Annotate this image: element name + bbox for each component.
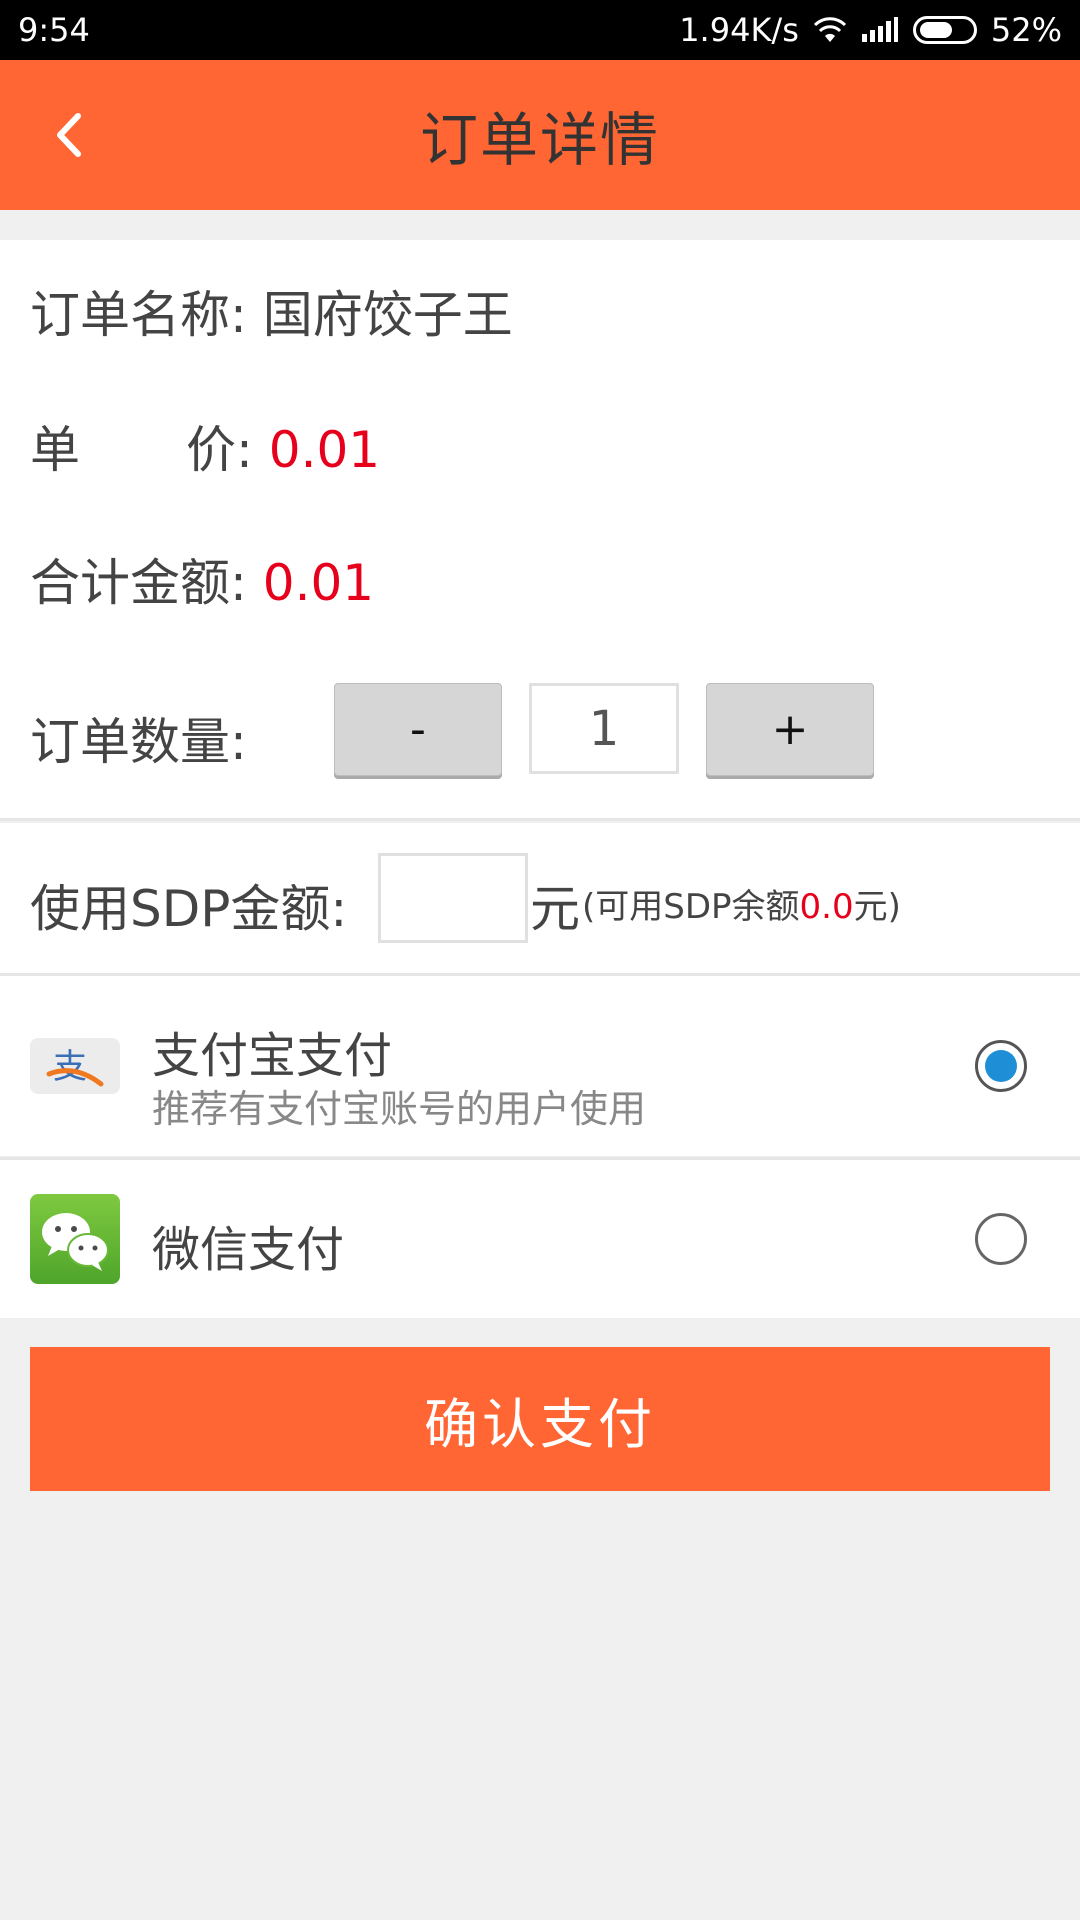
- sdp-unit: 元: [530, 880, 580, 938]
- payment-option-wechat[interactable]: 微信支付: [0, 1160, 1080, 1318]
- page-title: 订单详情: [419, 106, 660, 174]
- total-row: 合计金额: 0.01: [30, 543, 374, 615]
- payment-name: 微信支付: [152, 1222, 345, 1278]
- total-label: 合计金额:: [30, 554, 247, 612]
- sdp-balance-value: 0.0: [799, 887, 854, 927]
- wechat-icon: [30, 1194, 120, 1284]
- unit-price-label-1: 单: [30, 421, 80, 479]
- title-bar: 订单详情: [0, 60, 1080, 210]
- payment-name: 支付宝支付: [152, 1028, 393, 1084]
- sdp-note-prefix: (可用SDP余额: [582, 887, 800, 927]
- order-name-value: 国府饺子王: [262, 286, 513, 344]
- unit-price-label-2: 价:: [186, 421, 253, 479]
- wechat-radio[interactable]: [975, 1213, 1027, 1265]
- wifi-icon: [813, 17, 846, 42]
- order-name-row: 订单名称: 国府饺子王: [30, 275, 513, 347]
- sdp-label: 使用SDP金额:: [30, 880, 348, 938]
- confirm-pay-button[interactable]: 确认支付: [30, 1347, 1050, 1491]
- payment-description: 推荐有支付宝账号的用户使用: [152, 1087, 647, 1131]
- status-right: 1.94K/s 52%: [679, 11, 1062, 49]
- battery-icon: [912, 16, 977, 44]
- alipay-radio[interactable]: [975, 1040, 1027, 1092]
- sdp-amount-input[interactable]: [378, 853, 528, 943]
- status-bar: 9:54 1.94K/s 52%: [0, 0, 1080, 60]
- decrement-button[interactable]: -: [334, 683, 502, 776]
- order-name-label: 订单名称:: [30, 286, 247, 344]
- sdp-note-suffix: 元): [853, 887, 901, 927]
- unit-price-value: 0.01: [268, 421, 381, 479]
- status-time: 9:54: [18, 11, 90, 49]
- sdp-row: 使用SDP金额: 元 (可用SDP余额0.0元): [0, 823, 1080, 973]
- signal-icon: [861, 17, 898, 42]
- sdp-balance-note: (可用SDP余额0.0元): [582, 879, 901, 928]
- increment-button[interactable]: +: [706, 683, 874, 776]
- chevron-left-icon[interactable]: [48, 110, 88, 160]
- alipay-icon: 支: [30, 1038, 120, 1094]
- svg-text:支: 支: [53, 1047, 87, 1087]
- total-value: 0.01: [262, 554, 375, 612]
- unit-price-row: 单 价: 0.01: [30, 410, 380, 482]
- quantity-label: 订单数量:: [30, 713, 247, 771]
- payment-option-alipay[interactable]: 支 支付宝支付 推荐有支付宝账号的用户使用: [0, 976, 1080, 1156]
- quantity-field[interactable]: 1: [529, 683, 679, 774]
- network-speed: 1.94K/s: [679, 11, 799, 49]
- divider: [0, 818, 1080, 821]
- battery-percent: 52%: [990, 11, 1062, 49]
